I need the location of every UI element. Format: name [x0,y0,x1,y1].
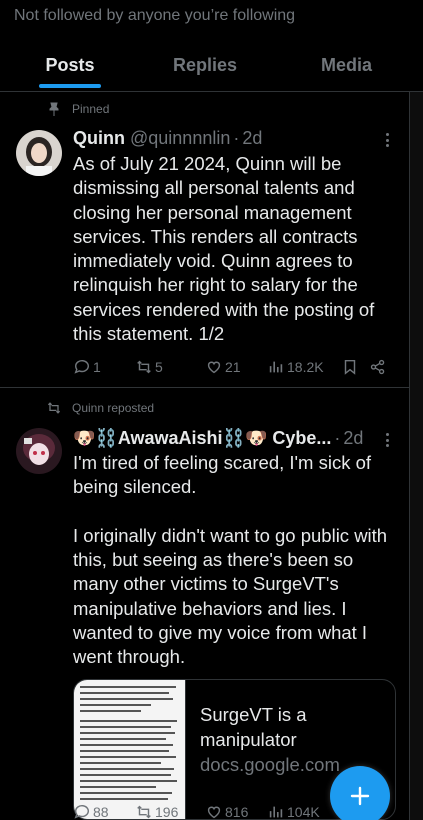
heart-icon [207,361,221,374]
tab-posts[interactable]: Posts [0,40,140,91]
like-count: 21 [225,359,241,375]
separator-dot: · [233,128,240,148]
views-button[interactable]: 104K [267,803,341,820]
heart-icon [207,806,221,819]
tab-label: Replies [172,55,238,75]
post-header: 🐶⛓️AwawaAishi⛓️🐶 Cybe... · 2d [73,428,363,449]
reply-count: 1 [93,359,101,375]
view-count: 18.2K [287,359,324,375]
plus-icon [350,786,370,806]
tab-label: Media [320,55,372,75]
card-title: SurgeVT is a manipulator [200,704,307,750]
scrollbar-track[interactable] [409,92,423,820]
post-time[interactable]: 2d [343,428,363,449]
tab-replies[interactable]: Replies [140,40,270,91]
views-button[interactable]: 18.2K [267,358,341,376]
like-button[interactable]: 21 [205,358,267,376]
more-options-icon[interactable] [380,430,394,450]
bookmark-button[interactable] [341,358,369,376]
card-thumbnail [74,680,186,819]
document-preview [80,686,181,804]
repost-icon [47,402,61,414]
repost-count: 5 [155,359,163,375]
post-time[interactable]: 2d [242,128,262,149]
share-icon [370,359,385,375]
context-label: Pinned [72,102,110,116]
post-header: Quinn @quinnnnlin · 2d [73,128,262,149]
like-count: 816 [225,804,249,820]
post-text: As of July 21 2024, Quinn will be dismis… [73,153,380,345]
post-actions: 1 5 21 18.2K [73,358,393,376]
views-icon [269,806,283,818]
avatar-image [16,130,62,176]
repost-icon [137,360,151,374]
reply-icon [74,359,89,374]
tab-label: Posts [45,55,95,75]
display-name[interactable]: 🐶⛓️AwawaAishi⛓️🐶 Cybe... [73,428,331,449]
more-options-icon[interactable] [380,130,394,150]
post-context-reposted[interactable]: Quinn reposted [46,400,154,416]
avatar[interactable] [16,428,62,474]
not-followed-note: Not followed by anyone you’re following [14,7,296,24]
user-handle[interactable]: @quinnnnlin [130,128,230,149]
reply-count: 88 [93,804,109,820]
share-button[interactable] [369,358,387,376]
context-label: Quinn reposted [72,401,155,415]
repost-button[interactable]: 196 [135,803,205,820]
views-icon [269,361,283,373]
tab-media[interactable]: Media [270,40,423,91]
avatar-image [16,428,62,474]
active-tab-indicator [39,84,101,88]
repost-button[interactable]: 5 [135,358,205,376]
like-button[interactable]: 816 [205,803,267,820]
avatar[interactable] [16,130,62,176]
post-text: I'm tired of feeling scared, I'm sick of… [73,452,388,668]
reply-button[interactable]: 1 [73,358,135,376]
reply-icon [74,804,89,819]
post-divider [0,387,409,388]
bookmark-icon [344,359,356,375]
separator-dot: · [334,428,341,448]
compose-post-button[interactable] [330,766,390,820]
display-name[interactable]: Quinn [73,128,125,149]
post-context-pinned: Pinned [46,101,109,117]
repost-icon [137,805,151,819]
profile-tabs: Posts Replies Media [0,40,423,92]
repost-count: 196 [155,804,179,820]
reply-button[interactable]: 88 [73,803,135,820]
pin-icon [49,102,59,116]
view-count: 104K [287,804,320,820]
